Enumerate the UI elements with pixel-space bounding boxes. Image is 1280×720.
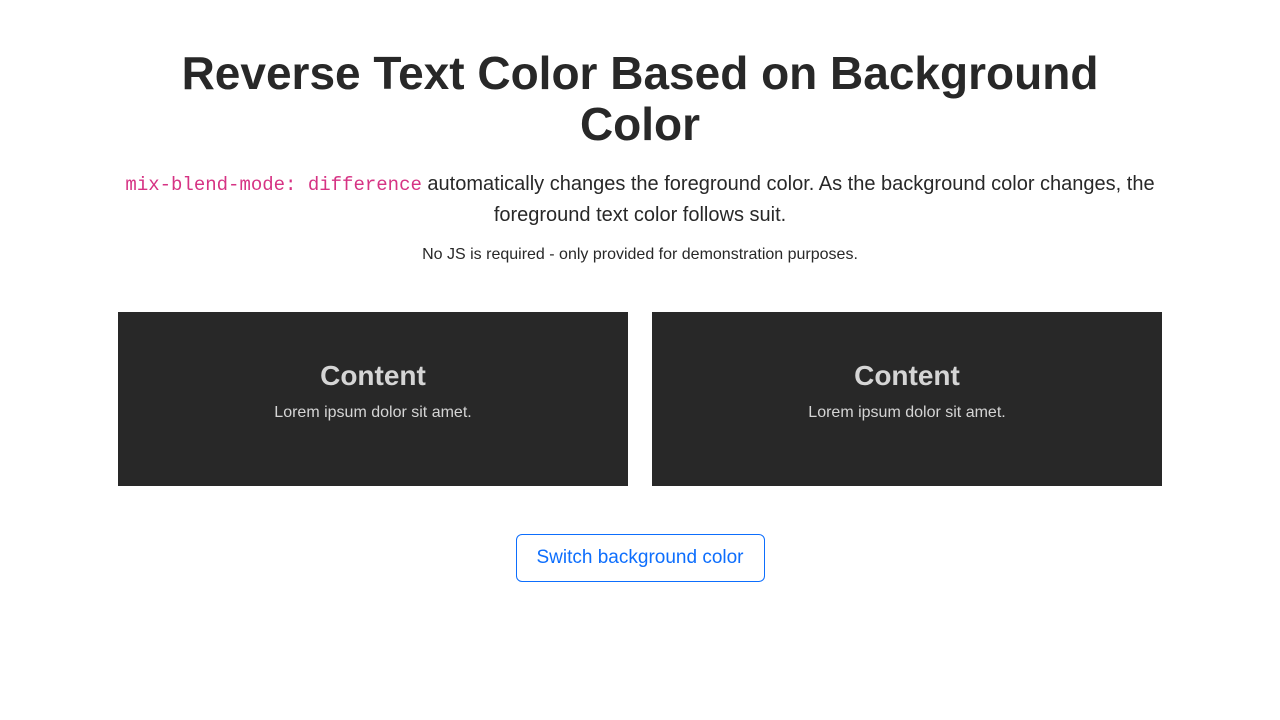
content-card: Content Lorem ipsum dolor sit amet.	[652, 312, 1162, 486]
subtitle-text: automatically changes the foreground col…	[422, 173, 1155, 226]
page-title: Reverse Text Color Based on Background C…	[118, 48, 1162, 149]
card-body: Lorem ipsum dolor sit amet.	[676, 404, 1138, 422]
main-container: Reverse Text Color Based on Background C…	[118, 48, 1162, 582]
note-text: No JS is required - only provided for de…	[118, 246, 1162, 264]
content-card: Content Lorem ipsum dolor sit amet.	[118, 312, 628, 486]
cards-row: Content Lorem ipsum dolor sit amet. Cont…	[118, 312, 1162, 486]
card-title: Content	[676, 360, 1138, 392]
switch-background-button[interactable]: Switch background color	[516, 534, 765, 582]
subtitle: mix-blend-mode: difference automatically…	[118, 169, 1162, 230]
code-snippet: mix-blend-mode: difference	[125, 174, 421, 196]
card-body: Lorem ipsum dolor sit amet.	[142, 404, 604, 422]
card-title: Content	[142, 360, 604, 392]
